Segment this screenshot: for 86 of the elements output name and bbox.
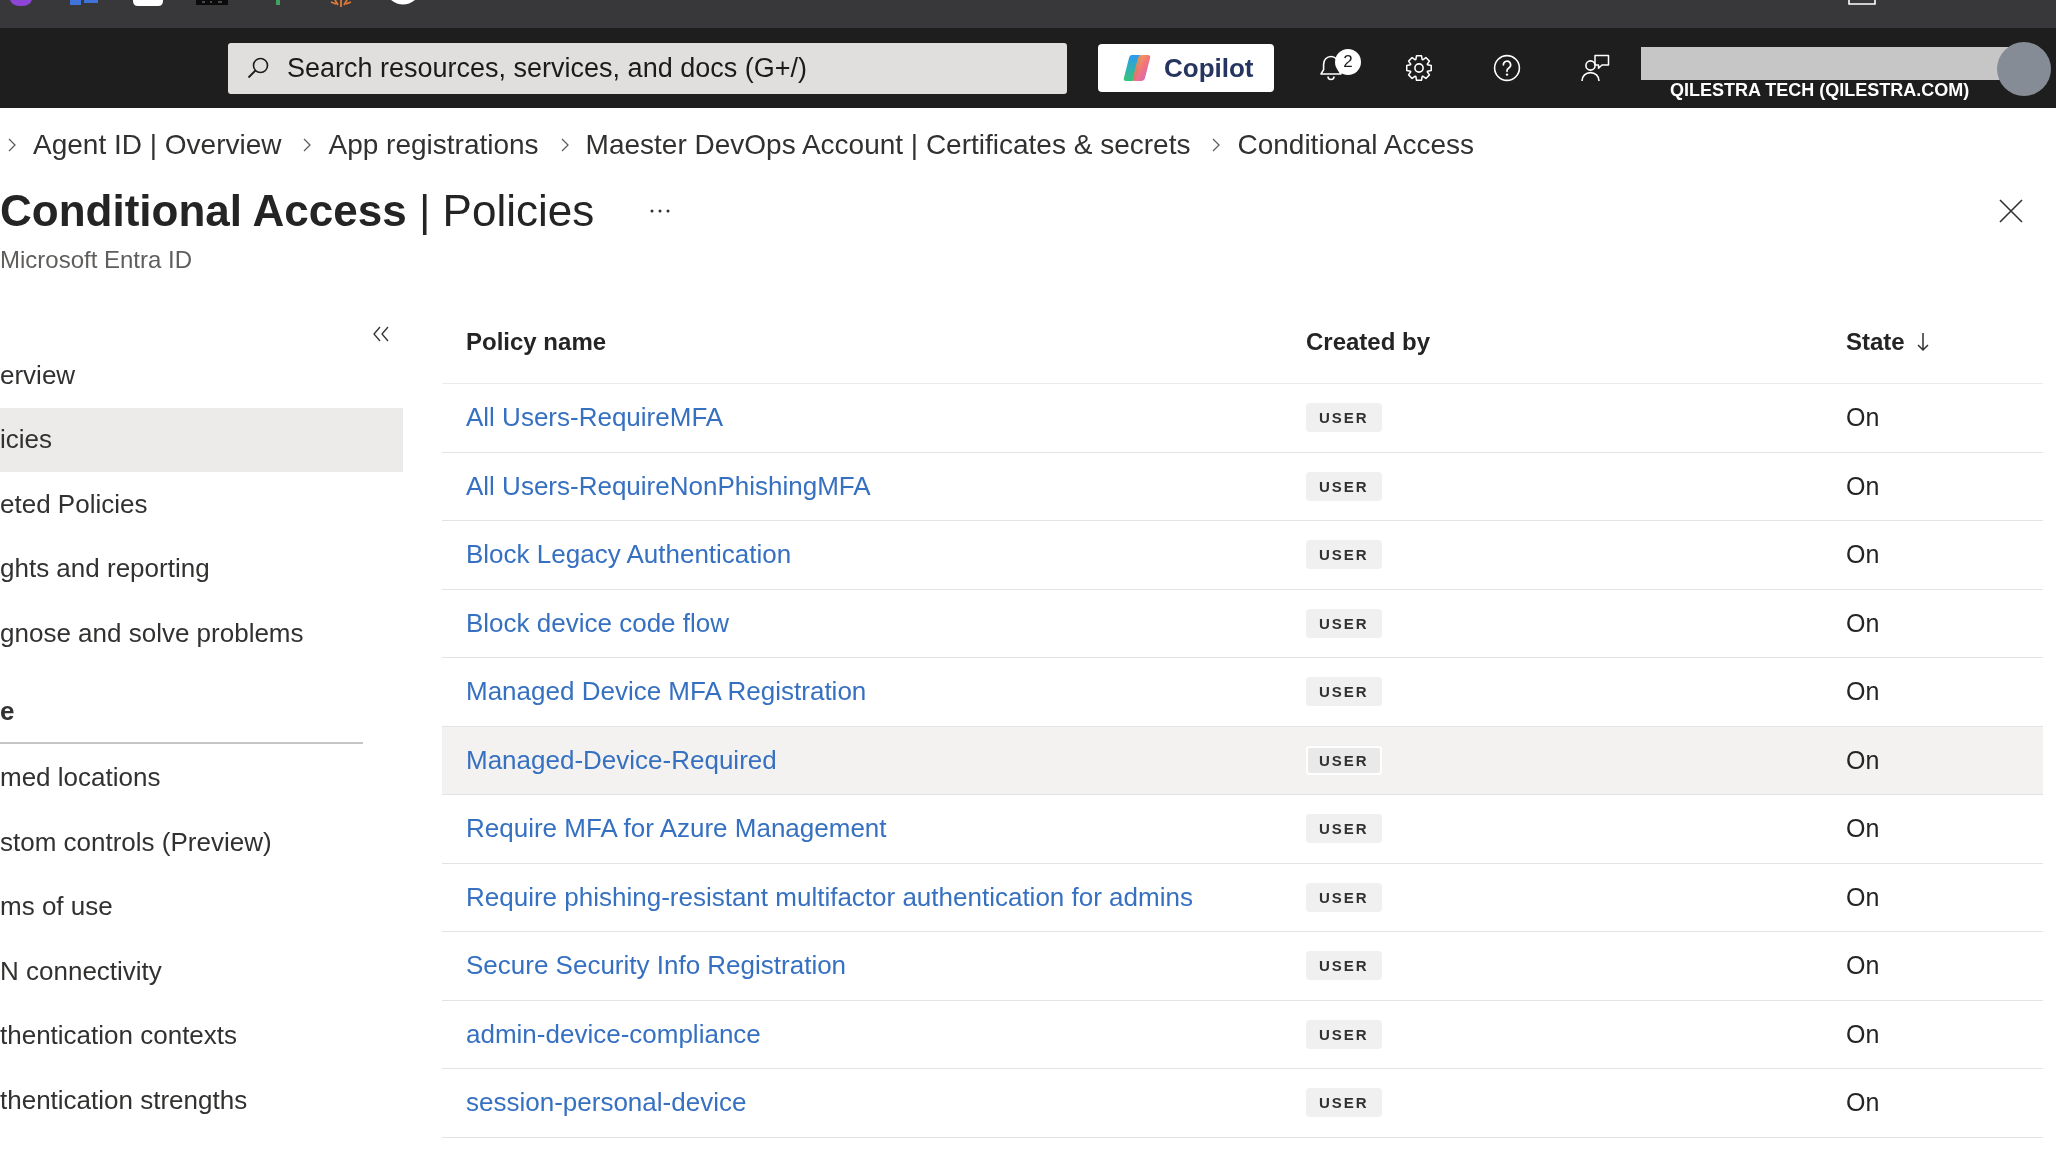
chevron-right-icon bbox=[1212, 138, 1221, 152]
creator-tag: USER bbox=[1306, 745, 1382, 775]
table-row[interactable]: Require MFA for Azure Management USER On bbox=[442, 795, 2043, 864]
policy-link[interactable]: Managed Device MFA Registration bbox=[466, 676, 867, 708]
nav-item[interactable]: med locations bbox=[0, 745, 403, 810]
policy-link[interactable]: Managed-Device-Required bbox=[466, 744, 777, 776]
table-row[interactable]: Block Legacy Authentication USER On bbox=[442, 521, 2043, 590]
policy-link[interactable]: Secure Security Info Registration bbox=[466, 950, 847, 982]
creator-tag: USER bbox=[1306, 951, 1382, 981]
nav-item[interactable]: stom controls (Preview) bbox=[0, 810, 403, 875]
policy-link[interactable]: Require phishing-resistant multifactor authentication for admins bbox=[466, 881, 1193, 913]
state-text: On bbox=[1846, 951, 1880, 981]
state-text: On bbox=[1846, 540, 1880, 570]
table-row[interactable]: All Users-RequireNonPhishingMFA USER On bbox=[442, 452, 2043, 521]
table-row[interactable]: session-personal-device USER On bbox=[442, 1069, 2043, 1138]
close-icon bbox=[1999, 199, 2023, 223]
state-text: On bbox=[1846, 471, 1880, 501]
creator-tag: USER bbox=[1306, 677, 1382, 707]
creator-tag: USER bbox=[1306, 882, 1382, 912]
nav-item[interactable]: N connectivity bbox=[0, 939, 403, 1004]
policy-link[interactable]: session-personal-device bbox=[466, 1087, 747, 1119]
nav-item[interactable]: erview bbox=[0, 343, 403, 408]
logo-icon bbox=[1123, 54, 1151, 82]
nav-item[interactable]: ms of use bbox=[0, 874, 403, 939]
creator-tag: USER bbox=[1306, 814, 1382, 844]
page-subtitle: Microsoft Entra ID bbox=[0, 247, 193, 273]
help-icon bbox=[1493, 54, 1521, 82]
double-chevron-left-icon bbox=[372, 325, 390, 343]
policy-link[interactable]: Block device code flow bbox=[466, 607, 730, 639]
state-text: On bbox=[1846, 745, 1880, 775]
table-row[interactable]: Block device code flow USER On bbox=[442, 589, 2043, 658]
table-row[interactable]: Require phishing-resistant multifactor authentication for admins USER On bbox=[442, 863, 2043, 932]
table-row[interactable]: Managed Device MFA Registration USER On bbox=[442, 658, 2043, 727]
state-text: On bbox=[1846, 403, 1880, 433]
column-header[interactable]: State bbox=[1822, 327, 2043, 356]
creator-tag: USER bbox=[1306, 1088, 1382, 1118]
column-header[interactable]: Created by bbox=[1282, 327, 1822, 356]
table-row[interactable]: Secure Security Info Registration USER On bbox=[442, 932, 2043, 1001]
table-row[interactable]: Managed-Device-Required USER On bbox=[442, 726, 2043, 795]
nav-item[interactable]: thentication strengths bbox=[0, 1068, 403, 1133]
policy-link[interactable]: All Users-RequireNonPhishingMFA bbox=[466, 470, 871, 502]
app-icon[interactable] bbox=[391, 0, 415, 5]
close-button[interactable] bbox=[1999, 199, 2023, 223]
nav-section-heading: e bbox=[0, 694, 16, 728]
copilot-button[interactable]: Copilot bbox=[1098, 44, 1274, 92]
breadcrumb-link[interactable]: Conditional Access bbox=[1237, 129, 1474, 161]
state-text: On bbox=[1846, 677, 1880, 707]
chevron-right-icon bbox=[8, 138, 16, 152]
arrow-down-icon bbox=[1916, 331, 1929, 352]
more-icon bbox=[650, 209, 671, 213]
breadcrumb-link[interactable]: App registrations bbox=[328, 129, 539, 161]
policy-link[interactable]: Block Legacy Authentication bbox=[466, 539, 792, 571]
column-header[interactable]: Policy name bbox=[442, 327, 1282, 356]
policy-link[interactable]: Require MFA for Azure Management bbox=[466, 813, 887, 845]
creator-tag: USER bbox=[1306, 540, 1382, 570]
policy-link[interactable]: All Users-RequireMFA bbox=[466, 402, 724, 434]
breadcrumb-link[interactable]: Agent ID | Overview bbox=[33, 129, 282, 161]
page-title: Conditional Access | Policies bbox=[0, 185, 595, 237]
directory-name: QILESTRA TECH (QILESTRA.COM) bbox=[1669, 80, 1970, 100]
policy-link[interactable]: admin-device-compliance bbox=[466, 1018, 761, 1050]
table-row[interactable]: All Users-RequireMFA USER On bbox=[442, 384, 2043, 453]
state-text: On bbox=[1846, 1019, 1880, 1049]
chevron-right-icon bbox=[303, 138, 312, 152]
state-text: On bbox=[1846, 814, 1880, 844]
search-field[interactable]: Search resources, services, and docs (G+/) bbox=[228, 42, 1067, 94]
creator-tag: USER bbox=[1306, 403, 1382, 433]
breadcrumb-link[interactable]: Maester DevOps Account | Certificates & secrets bbox=[585, 129, 1191, 161]
nav-item[interactable]: eted Policies bbox=[0, 472, 403, 537]
state-text: On bbox=[1846, 1088, 1880, 1118]
app-icon[interactable] bbox=[133, 0, 163, 6]
notification-count-badge: 2 bbox=[1335, 49, 1361, 75]
nav-item[interactable]: icies bbox=[0, 407, 403, 472]
person-speech-bubble-icon bbox=[1580, 54, 1610, 82]
state-text: On bbox=[1846, 608, 1880, 638]
creator-tag: USER bbox=[1306, 471, 1382, 501]
creator-tag: USER bbox=[1306, 608, 1382, 638]
chevron-right-icon bbox=[560, 138, 569, 152]
state-text: On bbox=[1846, 882, 1880, 912]
settings-icon bbox=[1405, 54, 1433, 82]
nav-item[interactable]: thentication contexts bbox=[0, 1003, 403, 1068]
nav-item[interactable]: gnose and solve problems bbox=[0, 601, 403, 666]
creator-tag: USER bbox=[1306, 1019, 1382, 1049]
collapse-sidebar-button[interactable] bbox=[372, 325, 390, 343]
search-icon bbox=[247, 56, 269, 79]
nav-item[interactable]: ghts and reporting bbox=[0, 536, 403, 601]
table-row[interactable]: admin-device-compliance USER On bbox=[442, 1000, 2043, 1069]
